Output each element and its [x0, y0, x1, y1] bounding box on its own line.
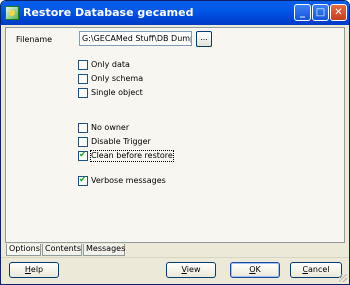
checkbox-box[interactable] — [78, 123, 88, 133]
tab-contents[interactable]: Contents — [42, 244, 82, 256]
view-button[interactable]: View — [166, 262, 216, 278]
checkbox-label: Verbose messages — [91, 176, 166, 185]
ok-button[interactable]: OK — [230, 262, 280, 278]
checkbox-box[interactable] — [78, 137, 88, 147]
help-label: elp — [30, 265, 44, 274]
resize-grip-icon[interactable] — [339, 274, 347, 282]
checkbox-box[interactable] — [78, 60, 88, 70]
checkbox-label: No owner — [91, 123, 130, 132]
window-title: Restore Database gecamed — [23, 6, 194, 19]
minimize-button[interactable]: _ — [294, 4, 311, 21]
checkbox-box[interactable] — [78, 74, 88, 84]
checkbox-label: Single object — [91, 88, 143, 97]
maximize-button[interactable]: □ — [312, 4, 329, 21]
tab-messages[interactable]: Messages — [83, 244, 125, 256]
restore-dialog-window: Restore Database gecamed _ □ ✕ Filename … — [0, 0, 350, 285]
checkbox-box[interactable] — [78, 88, 88, 98]
browse-button[interactable]: ... — [196, 31, 212, 47]
view-label: iew — [186, 265, 201, 274]
close-button[interactable]: ✕ — [330, 4, 347, 21]
checkbox-label: Only schema — [91, 74, 144, 83]
app-icon — [5, 6, 19, 20]
tab-options[interactable]: Options — [6, 244, 41, 256]
divider — [1, 257, 349, 258]
help-button[interactable]: Help — [9, 262, 59, 278]
options-panel: Filename G:\GECAMed Stuff\DB Dump ... On… — [5, 27, 345, 243]
checkbox-box[interactable] — [78, 150, 88, 161]
checkbox-label: Only data — [91, 60, 130, 69]
checkbox-label: Disable Trigger — [91, 137, 151, 146]
filename-label: Filename — [16, 35, 53, 44]
cancel-label: ancel — [308, 265, 330, 274]
checkbox-label: Clean before restore — [90, 150, 174, 162]
filename-field[interactable]: G:\GECAMed Stuff\DB Dump — [79, 31, 192, 46]
ok-label: K — [255, 265, 261, 274]
checkbox-box[interactable] — [78, 175, 88, 186]
titlebar[interactable]: Restore Database gecamed _ □ ✕ — [1, 1, 349, 25]
cancel-button[interactable]: Cancel — [290, 262, 342, 278]
